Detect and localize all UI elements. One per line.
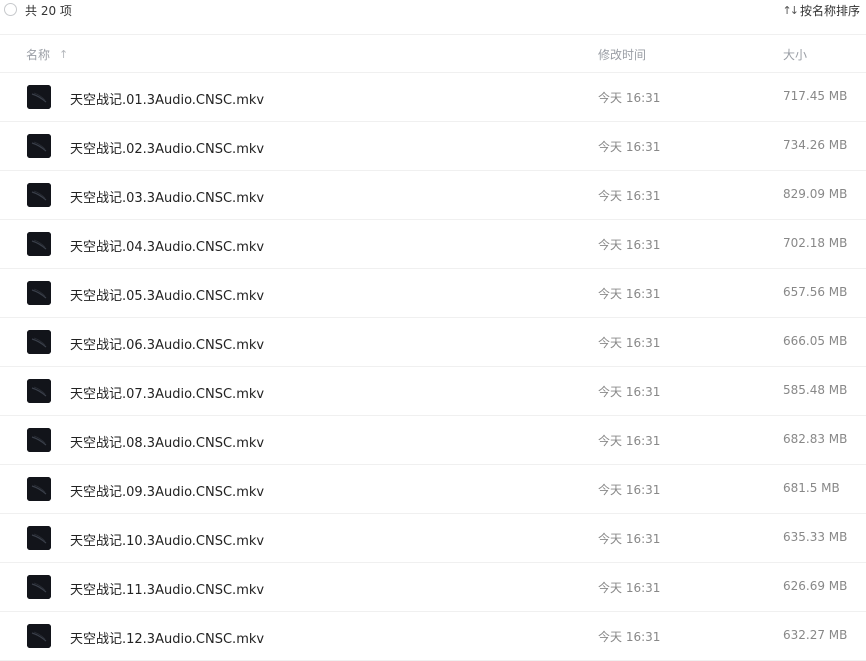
file-modified-time: 今天 16:31 xyxy=(598,91,661,105)
table-row[interactable]: 天空战记.06.3Audio.CNSC.mkv 今天 16:31 666.05 … xyxy=(0,318,866,367)
video-thumbnail-icon xyxy=(27,85,51,109)
sort-label: 按名称排序 xyxy=(799,4,860,18)
table-row[interactable]: 天空战记.12.3Audio.CNSC.mkv 今天 16:31 632.27 … xyxy=(0,612,866,661)
file-size: 717.45 MB xyxy=(783,89,848,103)
list-toolbar: 共 20 项 ↑↓ 按名称排序 xyxy=(0,0,866,22)
column-header-size[interactable]: 大小 xyxy=(783,46,807,63)
file-name[interactable]: 天空战记.07.3Audio.CNSC.mkv xyxy=(70,383,264,402)
table-body: 天空战记.01.3Audio.CNSC.mkv 今天 16:31 717.45 … xyxy=(0,73,866,661)
file-table: 名称 ↑ 修改时间 大小 天空战记.01.3Audio.CNSC.mkv 今天 … xyxy=(0,34,866,661)
video-thumbnail-icon xyxy=(27,428,51,452)
file-name[interactable]: 天空战记.09.3Audio.CNSC.mkv xyxy=(70,481,264,500)
sort-ascending-icon: ↑ xyxy=(59,48,69,61)
sort-by-name-button[interactable]: ↑↓ 按名称排序 xyxy=(783,2,860,19)
file-name[interactable]: 天空战记.11.3Audio.CNSC.mkv xyxy=(70,579,264,598)
video-thumbnail-icon xyxy=(27,183,51,207)
table-row[interactable]: 天空战记.04.3Audio.CNSC.mkv 今天 16:31 702.18 … xyxy=(0,220,866,269)
file-size: 635.33 MB xyxy=(783,530,848,544)
sort-arrows-icon: ↑↓ xyxy=(782,4,800,17)
file-modified-time: 今天 16:31 xyxy=(598,483,661,497)
file-size: 829.09 MB xyxy=(783,187,848,201)
file-modified-time: 今天 16:31 xyxy=(598,189,661,203)
file-name[interactable]: 天空战记.06.3Audio.CNSC.mkv xyxy=(70,334,264,353)
video-thumbnail-icon xyxy=(27,281,51,305)
table-row[interactable]: 天空战记.01.3Audio.CNSC.mkv 今天 16:31 717.45 … xyxy=(0,73,866,122)
file-modified-time: 今天 16:31 xyxy=(598,385,661,399)
file-size: 626.69 MB xyxy=(783,579,848,593)
table-row[interactable]: 天空战记.08.3Audio.CNSC.mkv 今天 16:31 682.83 … xyxy=(0,416,866,465)
file-name[interactable]: 天空战记.03.3Audio.CNSC.mkv xyxy=(70,187,264,206)
table-row[interactable]: 天空战记.03.3Audio.CNSC.mkv 今天 16:31 829.09 … xyxy=(0,171,866,220)
item-count: 共 20 项 xyxy=(25,4,72,18)
file-size: 734.26 MB xyxy=(783,138,848,152)
file-name[interactable]: 天空战记.08.3Audio.CNSC.mkv xyxy=(70,432,264,451)
video-thumbnail-icon xyxy=(27,624,51,648)
file-modified-time: 今天 16:31 xyxy=(598,287,661,301)
file-size: 657.56 MB xyxy=(783,285,848,299)
table-row[interactable]: 天空战记.07.3Audio.CNSC.mkv 今天 16:31 585.48 … xyxy=(0,367,866,416)
table-row[interactable]: 天空战记.05.3Audio.CNSC.mkv 今天 16:31 657.56 … xyxy=(0,269,866,318)
file-size: 632.27 MB xyxy=(783,628,848,642)
file-modified-time: 今天 16:31 xyxy=(598,434,661,448)
file-name[interactable]: 天空战记.10.3Audio.CNSC.mkv xyxy=(70,530,264,549)
file-modified-time: 今天 16:31 xyxy=(598,140,661,154)
file-modified-time: 今天 16:31 xyxy=(598,581,661,595)
video-thumbnail-icon xyxy=(27,526,51,550)
video-thumbnail-icon xyxy=(27,477,51,501)
file-name[interactable]: 天空战记.02.3Audio.CNSC.mkv xyxy=(70,138,264,157)
file-modified-time: 今天 16:31 xyxy=(598,238,661,252)
table-row[interactable]: 天空战记.02.3Audio.CNSC.mkv 今天 16:31 734.26 … xyxy=(0,122,866,171)
file-size: 682.83 MB xyxy=(783,432,848,446)
file-modified-time: 今天 16:31 xyxy=(598,630,661,644)
column-header-modified[interactable]: 修改时间 xyxy=(598,46,646,63)
video-thumbnail-icon xyxy=(27,134,51,158)
file-size: 585.48 MB xyxy=(783,383,848,397)
table-row[interactable]: 天空战记.09.3Audio.CNSC.mkv 今天 16:31 681.5 M… xyxy=(0,465,866,514)
file-modified-time: 今天 16:31 xyxy=(598,336,661,350)
video-thumbnail-icon xyxy=(27,379,51,403)
file-size: 702.18 MB xyxy=(783,236,848,250)
file-modified-time: 今天 16:31 xyxy=(598,532,661,546)
table-row[interactable]: 天空战记.10.3Audio.CNSC.mkv 今天 16:31 635.33 … xyxy=(0,514,866,563)
video-thumbnail-icon xyxy=(27,232,51,256)
file-name[interactable]: 天空战记.12.3Audio.CNSC.mkv xyxy=(70,628,264,647)
file-size: 666.05 MB xyxy=(783,334,848,348)
file-name[interactable]: 天空战记.04.3Audio.CNSC.mkv xyxy=(70,236,264,255)
select-all-checkbox[interactable] xyxy=(4,3,17,16)
file-name[interactable]: 天空战记.05.3Audio.CNSC.mkv xyxy=(70,285,264,304)
table-row[interactable]: 天空战记.11.3Audio.CNSC.mkv 今天 16:31 626.69 … xyxy=(0,563,866,612)
column-header-name-label: 名称 xyxy=(26,48,51,62)
table-header: 名称 ↑ 修改时间 大小 xyxy=(0,34,866,73)
file-size: 681.5 MB xyxy=(783,481,840,495)
file-name[interactable]: 天空战记.01.3Audio.CNSC.mkv xyxy=(70,89,264,108)
video-thumbnail-icon xyxy=(27,575,51,599)
video-thumbnail-icon xyxy=(27,330,51,354)
column-header-name[interactable]: 名称 ↑ xyxy=(26,46,68,63)
